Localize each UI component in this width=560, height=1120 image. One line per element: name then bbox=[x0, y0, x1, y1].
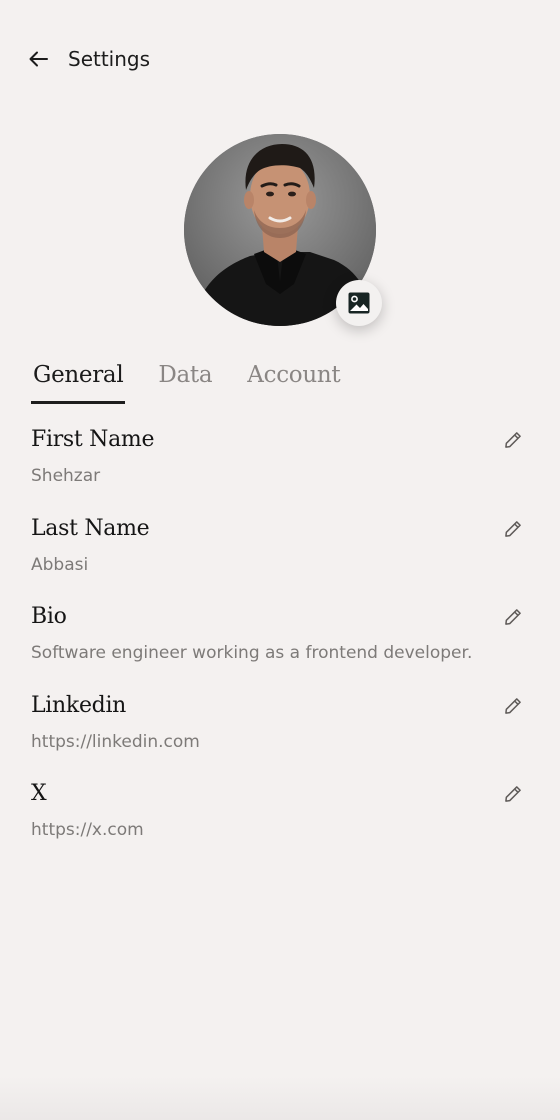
pencil-icon bbox=[505, 786, 521, 802]
tab-account[interactable]: Account bbox=[245, 356, 342, 404]
pencil-icon bbox=[505, 609, 521, 625]
field-x: X https://x.com bbox=[31, 778, 527, 867]
field-label: Bio bbox=[31, 604, 67, 629]
edit-x-button[interactable] bbox=[501, 782, 525, 806]
edit-first-name-button[interactable] bbox=[501, 428, 525, 452]
edit-linkedin-button[interactable] bbox=[501, 694, 525, 718]
arrow-left-icon bbox=[29, 51, 48, 67]
field-label: Last Name bbox=[31, 515, 150, 541]
settings-tabs: General Data Account bbox=[31, 356, 373, 404]
field-first-name: First Name Shehzar bbox=[31, 424, 527, 513]
change-photo-button[interactable] bbox=[336, 280, 382, 326]
image-icon bbox=[348, 292, 370, 314]
field-value: https://linkedin.com bbox=[31, 731, 200, 752]
field-label: Linkedin bbox=[31, 692, 127, 718]
profile-photo-section bbox=[184, 134, 382, 326]
edit-last-name-button[interactable] bbox=[501, 517, 525, 541]
field-bio: Bio Software engineer working as a front… bbox=[31, 601, 527, 690]
pencil-icon bbox=[505, 520, 521, 537]
top-app-bar: Settings bbox=[0, 0, 560, 118]
field-value: Software engineer working as a frontend … bbox=[31, 643, 473, 663]
profile-fields: First Name Shehzar Last Name Abbasi Bio … bbox=[31, 424, 527, 867]
field-linkedin: Linkedin https://linkedin.com bbox=[31, 690, 527, 779]
edit-bio-button[interactable] bbox=[501, 605, 525, 629]
tab-general[interactable]: General bbox=[31, 356, 126, 404]
back-button[interactable] bbox=[24, 44, 54, 74]
field-value: Abbasi bbox=[31, 554, 89, 575]
pencil-icon bbox=[505, 697, 521, 714]
field-label: X bbox=[31, 781, 47, 806]
bottom-fade bbox=[0, 1076, 560, 1120]
field-last-name: Last Name Abbasi bbox=[31, 513, 527, 602]
tab-data[interactable]: Data bbox=[156, 356, 214, 404]
field-value: https://x.com bbox=[31, 820, 144, 840]
field-value: Shehzar bbox=[31, 466, 101, 486]
page-title: Settings bbox=[68, 47, 151, 71]
field-label: First Name bbox=[31, 427, 155, 452]
pencil-icon bbox=[505, 432, 521, 448]
